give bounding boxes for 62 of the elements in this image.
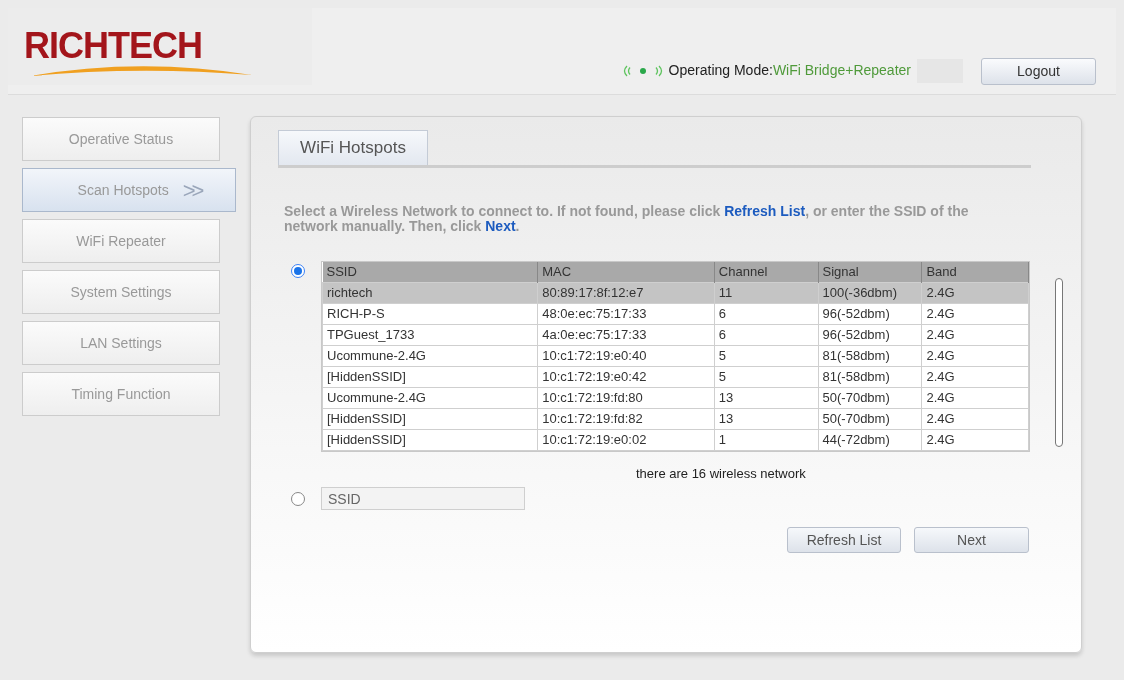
table-row[interactable]: [HiddenSSID] 10:c1:72:19:e0:42 5 81(-58dbm) 2.4G (322, 366, 1029, 387)
refresh-list-button[interactable]: Refresh List (787, 527, 901, 553)
table-cell: [HiddenSSID] (322, 408, 538, 429)
column-header: Channel (714, 262, 819, 282)
table-row[interactable]: TPGuest_1733 4a:0e:ec:75:17:33 6 96(-52dbm) 2.4G (322, 324, 1029, 345)
table-cell: 10:c1:72:19:e0:42 (537, 366, 715, 387)
table-cell: 2.4G (921, 324, 1029, 345)
table-cell: 81(-58dbm) (818, 366, 922, 387)
table-cell: 4a:0e:ec:75:17:33 (537, 324, 715, 345)
table-cell: 50(-70dbm) (818, 408, 922, 429)
column-header: Signal (818, 262, 922, 282)
table-cell: RICH-P-S (322, 303, 538, 324)
table-cell: 10:c1:72:19:e0:40 (537, 345, 715, 366)
table-cell: 2.4G (921, 429, 1029, 450)
table-row[interactable]: RICH-P-S 48:0e:ec:75:17:33 6 96(-52dbm) 2.4G (322, 303, 1029, 324)
table-cell: 13 (714, 408, 819, 429)
table-cell: 6 (714, 303, 819, 324)
table-cell: 5 (714, 345, 819, 366)
table-cell: 2.4G (921, 345, 1029, 366)
table-row[interactable]: Ucommune-2.4G 10:c1:72:19:fd:80 13 50(-70dbm) 2.4G (322, 387, 1029, 408)
logo: RICHTECH (24, 28, 202, 64)
logout-button[interactable]: Logout (981, 58, 1096, 85)
table-cell: 100(-36dbm) (818, 282, 922, 303)
table-cell: 81(-58dbm) (818, 345, 922, 366)
instructions-text: Select a Wireless Network to connect to. If not found, please click Refresh List, or enter the SSID of the network manually. Then, click Next. (284, 204, 970, 234)
table-row[interactable]: [HiddenSSID] 10:c1:72:19:fd:82 13 50(-70dbm) 2.4G (322, 408, 1029, 429)
table-cell: 80:89:17:8f:12:e7 (537, 282, 715, 303)
table-cell: 10:c1:72:19:e0:02 (537, 429, 715, 450)
table-cell: TPGuest_1733 (322, 324, 538, 345)
table-cell: 6 (714, 324, 819, 345)
table-cell: 11 (714, 282, 819, 303)
next-button[interactable]: Next (914, 527, 1029, 553)
table-cell: [HiddenSSID] (322, 429, 538, 450)
table-cell: 2.4G (921, 408, 1029, 429)
ssid-input-field[interactable]: SSID (321, 487, 525, 510)
table-cell: 48:0e:ec:75:17:33 (537, 303, 715, 324)
table-cell: 50(-70dbm) (818, 387, 922, 408)
table-cell: 96(-52dbm) (818, 303, 922, 324)
table-row[interactable]: Ucommune-2.4G 10:c1:72:19:e0:40 5 81(-58dbm) 2.4G (322, 345, 1029, 366)
table-cell: 10:c1:72:19:fd:82 (537, 408, 715, 429)
table-cell: 96(-52dbm) (818, 324, 922, 345)
column-header: Band (921, 262, 1029, 282)
operating-mode-text: Operating Mode:WiFi Bridge+Repeater (668, 61, 911, 80)
table-cell: 13 (714, 387, 819, 408)
table-cell: 1 (714, 429, 819, 450)
table-cell: Ucommune-2.4G (322, 345, 538, 366)
network-count-text: there are 16 wireless network (636, 465, 806, 483)
table-cell: 2.4G (921, 303, 1029, 324)
table-cell: 2.4G (921, 282, 1029, 303)
table-row[interactable]: [HiddenSSID] 10:c1:72:19:e0:02 1 44(-72dbm) 2.4G (322, 429, 1029, 450)
tab[interactable]: WiFi Hotspots (278, 130, 428, 165)
column-header: SSID (322, 262, 538, 282)
table-row[interactable]: richtech 80:89:17:8f:12:e7 11 100(-36dbm) 2.4G (322, 282, 1029, 303)
table-cell: 5 (714, 366, 819, 387)
table-cell: 2.4G (921, 366, 1029, 387)
table-cell: Ucommune-2.4G (322, 387, 538, 408)
table-cell: [HiddenSSID] (322, 366, 538, 387)
table-cell: 44(-72dbm) (818, 429, 922, 450)
column-header: MAC (537, 262, 715, 282)
table-cell: 2.4G (921, 387, 1029, 408)
table-cell: 10:c1:72:19:fd:80 (537, 387, 715, 408)
table-cell: richtech (322, 282, 538, 303)
